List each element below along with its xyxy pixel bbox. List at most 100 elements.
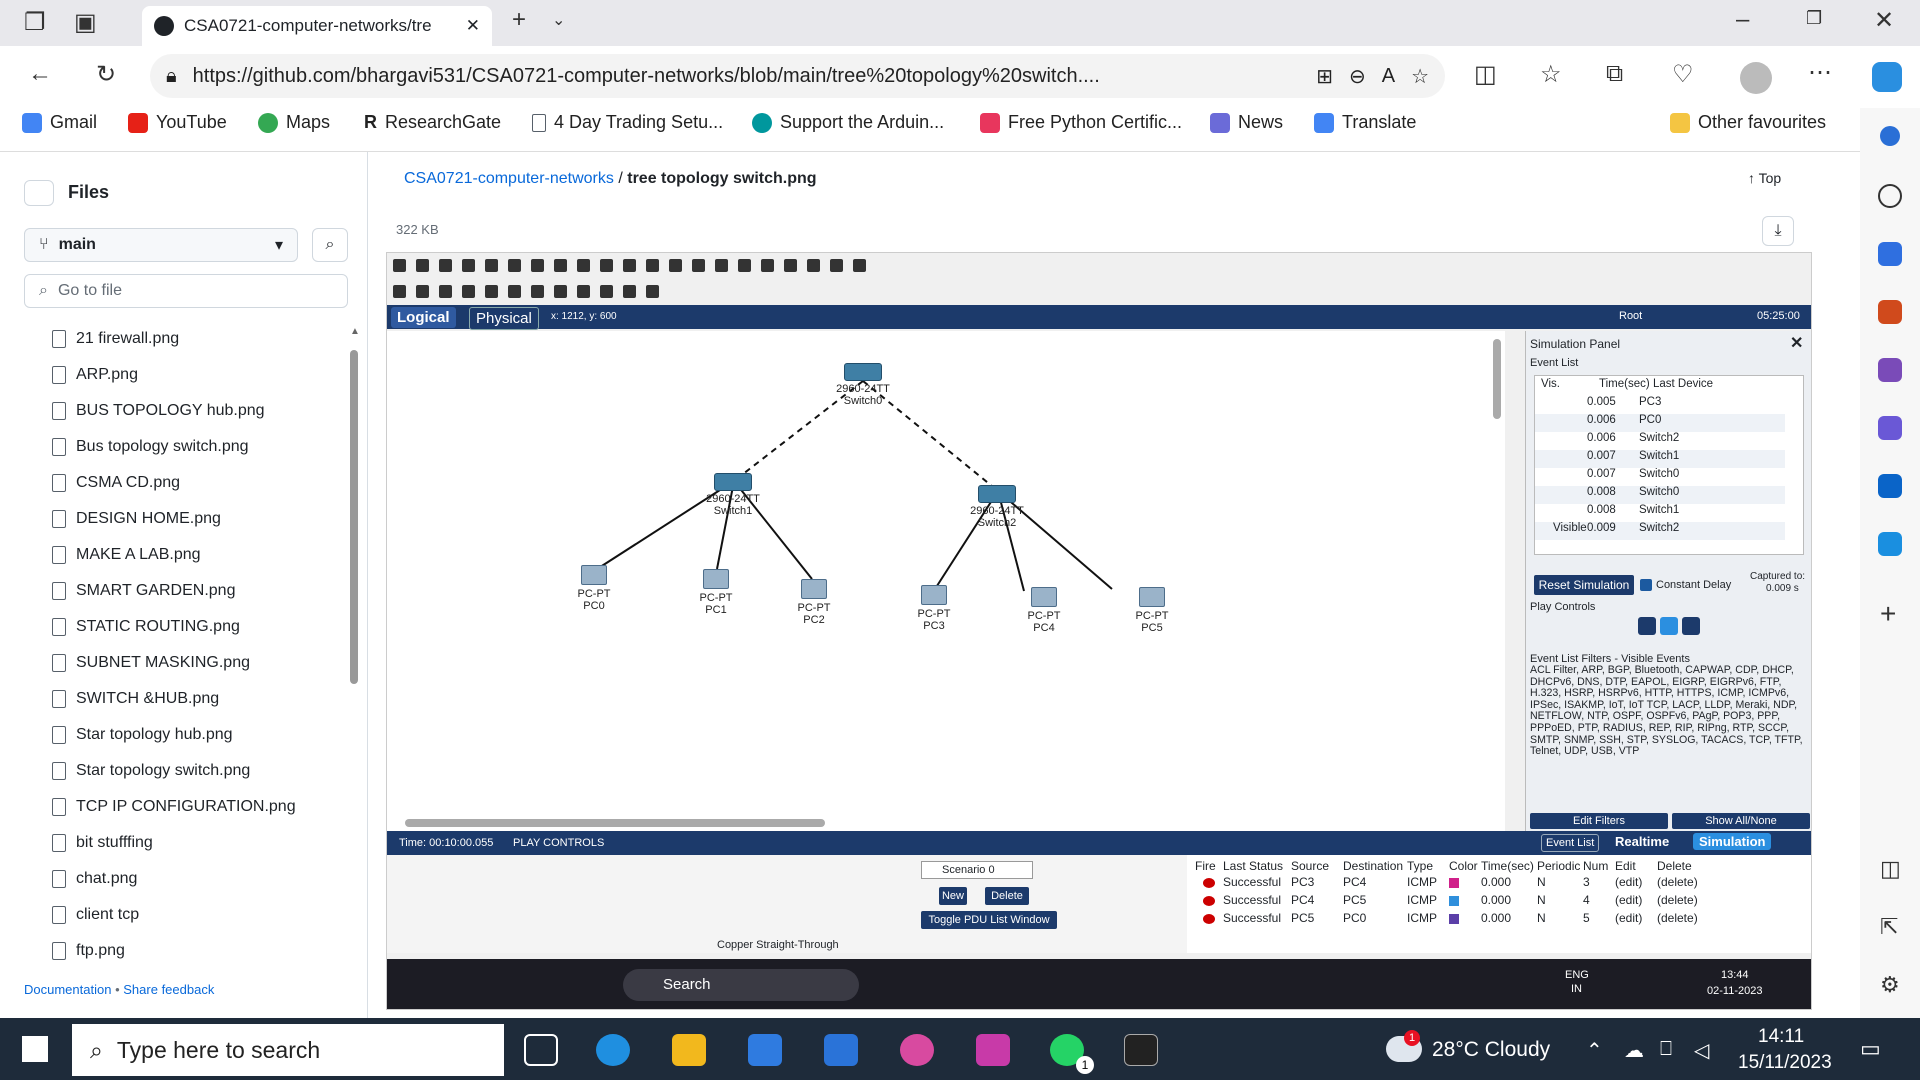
weather-text[interactable]: 28°C Cloudy bbox=[1432, 1038, 1550, 1062]
toolbar-button[interactable] bbox=[623, 285, 636, 298]
split-screen-icon[interactable]: ◫ bbox=[1474, 60, 1497, 89]
event-list-table[interactable]: Vis. Time(sec) Last Device 0.005 PC3 0.006… bbox=[1534, 375, 1804, 555]
event-row[interactable]: 0.008 Switch0 bbox=[1535, 486, 1785, 504]
volume-icon[interactable]: ◁ bbox=[1694, 1038, 1709, 1063]
file-item[interactable]: Star topology switch.png bbox=[52, 762, 250, 780]
notification-bell-icon[interactable] bbox=[1880, 126, 1900, 146]
node-pc1[interactable]: PC-PT PC1 bbox=[691, 569, 741, 616]
event-row[interactable]: 0.006 PC0 bbox=[1535, 414, 1785, 432]
toolbar-button[interactable] bbox=[439, 259, 452, 272]
clock-time[interactable]: 14:11 bbox=[1758, 1026, 1804, 1048]
toolbar-button[interactable] bbox=[577, 259, 590, 272]
toolbar-button[interactable] bbox=[393, 285, 406, 298]
file-item[interactable]: ftp.png bbox=[52, 942, 125, 960]
bookmark-translate[interactable]: Translate bbox=[1314, 112, 1416, 133]
toolbar-button[interactable] bbox=[761, 259, 774, 272]
settings-icon[interactable]: ⚙ bbox=[1880, 972, 1900, 998]
toolbar-button[interactable] bbox=[600, 285, 613, 298]
toolbar-button[interactable] bbox=[485, 259, 498, 272]
step-forward-icon[interactable] bbox=[1682, 617, 1700, 635]
favorite-icon[interactable]: ☆ bbox=[1411, 64, 1429, 89]
refresh-icon[interactable]: ↻ bbox=[96, 60, 116, 89]
node-pc0[interactable]: PC-PT PC0 bbox=[569, 565, 619, 612]
event-row[interactable]: Visible 0.009 Switch2 bbox=[1535, 522, 1785, 540]
file-scrollbar[interactable]: ▲ bbox=[348, 326, 360, 826]
games-icon[interactable] bbox=[1878, 358, 1902, 382]
restore-icon[interactable]: ❐ bbox=[1806, 8, 1822, 29]
bookmark-maps[interactable]: Maps bbox=[258, 112, 330, 133]
collections-icon[interactable]: ⧉ bbox=[1606, 60, 1623, 88]
tab-physical[interactable]: Physical bbox=[469, 307, 539, 330]
terminal-icon[interactable] bbox=[1124, 1034, 1158, 1066]
toolbar-button[interactable] bbox=[393, 259, 406, 272]
search-files-icon[interactable]: ⌕ bbox=[312, 228, 348, 262]
fire-icon[interactable] bbox=[1203, 878, 1215, 888]
toolbar-button[interactable] bbox=[623, 259, 636, 272]
app-icon[interactable] bbox=[900, 1034, 934, 1066]
tools-icon[interactable] bbox=[1878, 300, 1902, 324]
feedback-link[interactable]: Share feedback bbox=[123, 982, 214, 997]
file-item[interactable]: bit stufffing bbox=[52, 834, 153, 852]
toolbar-button[interactable] bbox=[554, 285, 567, 298]
toolbar-button[interactable] bbox=[531, 259, 544, 272]
address-bar[interactable]: 🔒︎ https://github.com/bhargavi531/CSA072… bbox=[150, 54, 1445, 98]
outlook-icon[interactable] bbox=[1878, 474, 1902, 498]
simulation-toggle[interactable]: Simulation bbox=[1693, 833, 1772, 850]
pdu-cell[interactable]: (edit) bbox=[1615, 875, 1642, 889]
toolbar-button[interactable] bbox=[416, 259, 429, 272]
bookmark-arduino[interactable]: Support the Arduin... bbox=[752, 112, 944, 133]
node-switch1[interactable]: 2960-24TT Switch1 bbox=[703, 473, 763, 517]
file-item[interactable]: ARP.png bbox=[52, 366, 138, 384]
performance-icon[interactable]: ♡ bbox=[1672, 60, 1694, 89]
back-icon[interactable]: ← bbox=[28, 60, 52, 88]
bookmark-youtube[interactable]: YouTube bbox=[128, 112, 227, 133]
fire-icon[interactable] bbox=[1203, 896, 1215, 906]
favorites-icon[interactable]: ☆ bbox=[1540, 60, 1562, 89]
app-icon[interactable]: ⊞ bbox=[1316, 64, 1333, 89]
pdu-cell[interactable]: (edit) bbox=[1615, 893, 1642, 907]
file-item[interactable]: SUBNET MASKING.png bbox=[52, 654, 250, 672]
edit-filters-button[interactable]: Edit Filters bbox=[1530, 813, 1668, 829]
node-pc4[interactable]: PC-PT PC4 bbox=[1019, 587, 1069, 634]
minimize-icon[interactable]: – bbox=[1736, 6, 1749, 34]
instagram-icon[interactable] bbox=[976, 1034, 1010, 1066]
pdu-cell[interactable]: (delete) bbox=[1657, 875, 1698, 889]
search-sidebar-icon[interactable] bbox=[1878, 184, 1902, 208]
toolbar-button[interactable] bbox=[784, 259, 797, 272]
browser-tab[interactable]: CSA0721-computer-networks/tre ✕ bbox=[142, 6, 492, 46]
file-item[interactable]: MAKE A LAB.png bbox=[52, 546, 201, 564]
scenario-select[interactable]: Scenario 0 bbox=[921, 861, 1033, 879]
toolbar-button[interactable] bbox=[600, 259, 613, 272]
collapse-panel-icon[interactable] bbox=[24, 180, 54, 206]
shopping-icon[interactable] bbox=[1878, 242, 1902, 266]
bookmark-python[interactable]: Free Python Certific... bbox=[980, 112, 1182, 133]
toolbar-button[interactable] bbox=[715, 259, 728, 272]
toolbar-button[interactable] bbox=[416, 285, 429, 298]
inner-search[interactable]: Search bbox=[623, 969, 859, 1001]
event-row[interactable]: 0.007 Switch1 bbox=[1535, 450, 1785, 468]
toolbar-button[interactable] bbox=[485, 285, 498, 298]
close-window-icon[interactable]: ✕ bbox=[1874, 6, 1894, 35]
canvas-v-scrollbar[interactable] bbox=[1493, 339, 1501, 419]
pdu-cell[interactable]: (delete) bbox=[1657, 911, 1698, 925]
pdu-cell[interactable]: (delete) bbox=[1657, 893, 1698, 907]
file-item[interactable]: BUS TOPOLOGY hub.png bbox=[52, 402, 265, 420]
toolbar-button[interactable] bbox=[830, 259, 843, 272]
node-switch0[interactable]: 2960-24TT Switch0 bbox=[833, 363, 893, 407]
tab-actions-icon[interactable]: ▣ bbox=[74, 8, 97, 37]
node-pc2[interactable]: PC-PT PC2 bbox=[789, 579, 839, 626]
repo-link[interactable]: CSA0721-computer-networks bbox=[404, 170, 614, 187]
event-list-toggle[interactable]: Event List bbox=[1541, 834, 1600, 852]
file-item[interactable]: Star topology hub.png bbox=[52, 726, 233, 744]
store-icon[interactable] bbox=[748, 1034, 782, 1066]
tab-list-icon[interactable]: ⌄ bbox=[552, 10, 565, 30]
branch-selector[interactable]: ⑂ main ▾ bbox=[24, 228, 298, 262]
file-explorer-icon[interactable] bbox=[672, 1034, 706, 1066]
edge-icon[interactable] bbox=[596, 1034, 630, 1066]
mail-icon[interactable] bbox=[824, 1034, 858, 1066]
toolbar-button[interactable] bbox=[531, 285, 544, 298]
realtime-toggle[interactable]: Realtime bbox=[1615, 834, 1669, 849]
bookmark-news[interactable]: News bbox=[1210, 112, 1283, 133]
reset-simulation-button[interactable]: Reset Simulation bbox=[1534, 575, 1634, 595]
node-pc3[interactable]: PC-PT PC3 bbox=[909, 585, 959, 632]
